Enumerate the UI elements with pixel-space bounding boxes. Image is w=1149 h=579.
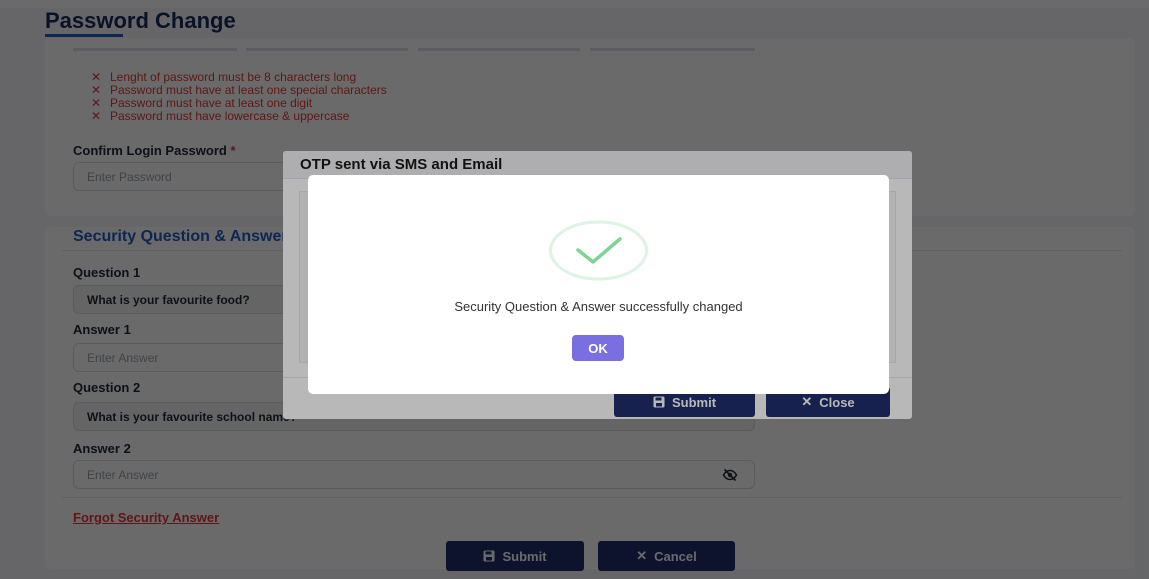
check-icon <box>549 220 648 281</box>
success-message: Security Question & Answer successfully … <box>454 299 743 314</box>
ok-button[interactable]: OK <box>572 335 624 361</box>
success-dialog: Security Question & Answer successfully … <box>308 175 889 394</box>
